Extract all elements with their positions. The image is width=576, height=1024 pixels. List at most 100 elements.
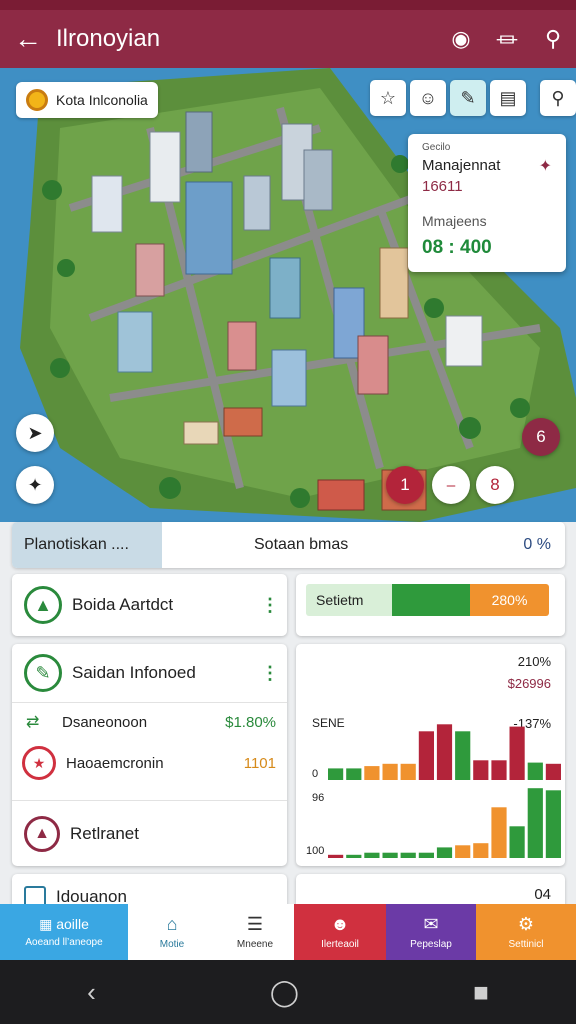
app-bar: ← Ilronoyian ◉ ⏛ ⚲: [0, 10, 576, 68]
info-kicker: Gecilo: [422, 142, 451, 153]
chart-bar: [418, 852, 434, 858]
row-value: $1.80%: [225, 713, 276, 731]
expand-icon[interactable]: ✦: [539, 156, 552, 176]
chart-bar: [545, 790, 561, 858]
nav-item-people[interactable]: ☻ Ilerteaoil: [294, 904, 386, 960]
nav-label: Pepeslap: [410, 939, 452, 950]
card-title: Boida Aartdct: [72, 595, 174, 614]
city-map[interactable]: Kota Inlconolia ☆ ☺ ✎ ▤ ⚲ Gecilo Manajen…: [0, 68, 576, 522]
info-value-2: 08 : 400: [422, 237, 492, 258]
chart-bar: [328, 854, 344, 858]
map-pin-3[interactable]: 8: [476, 466, 514, 504]
map-pin-4[interactable]: 6: [522, 418, 560, 456]
more-icon[interactable]: ⋮: [261, 663, 279, 684]
more-icon[interactable]: ⋮: [261, 595, 279, 616]
clip-icon[interactable]: ⏛: [484, 10, 530, 68]
alert-icon: ▲: [24, 816, 60, 852]
page-title: Ilronoyian: [56, 25, 161, 52]
chart-bar: [400, 852, 416, 858]
bottom-nav: ▦ aoille Aoeand ll’aneope ⌂ Motie ☰ Mnee…: [0, 904, 576, 960]
brush-icon[interactable]: ✎: [450, 80, 486, 116]
chart-top-value: 210%: [517, 654, 551, 669]
chart-bar: [436, 724, 453, 780]
recents-icon[interactable]: ■: [473, 977, 489, 1008]
info-title-1: Manajennat: [422, 157, 501, 174]
shield-icon[interactable]: ◉: [438, 10, 484, 68]
status-bar: [0, 0, 576, 10]
card-build[interactable]: ▲ Boida Aartdct ⋮: [12, 574, 287, 636]
smiley-icon[interactable]: ☺: [410, 80, 446, 116]
compass-icon[interactable]: ➤: [16, 414, 54, 452]
system-nav: ‹ ◯ ■: [0, 960, 576, 1024]
edit-icon: ✎: [24, 654, 62, 692]
sun-icon: [26, 89, 48, 111]
map-pin-icon[interactable]: ⚲: [540, 80, 576, 116]
chart-bar: [436, 847, 453, 858]
place-name: Kota Inlconolia: [56, 92, 148, 108]
nav-label: Ilerteaoil: [321, 939, 359, 950]
info-card[interactable]: Gecilo Manajennat 16611 Mmajeens 08 : 40…: [408, 134, 566, 272]
nav-label: Mneene: [236, 939, 274, 950]
chart-axis-mid: 96: [312, 792, 325, 804]
place-chip[interactable]: Kota Inlconolia: [16, 82, 158, 118]
chart-bar: [455, 731, 471, 780]
chart-bar: [346, 768, 362, 780]
nav-label: Settinicl: [508, 939, 544, 950]
nav-item-send[interactable]: ✉ Pepeslap: [386, 904, 476, 960]
chart-axis-bottom: 100: [306, 845, 325, 857]
home-circle-icon[interactable]: ◯: [270, 977, 299, 1008]
chart-bar: [527, 788, 543, 858]
info-title-2: Mmajeens: [422, 213, 487, 229]
chart-bar: [382, 763, 398, 780]
nav-item-motie[interactable]: ⌂ Motie: [128, 904, 216, 960]
bus-icon[interactable]: ▤: [490, 80, 526, 116]
progress-status: Sotaan bmas: [254, 536, 349, 553]
chart-bar: [491, 807, 507, 858]
map-pin-2[interactable]: ⎯: [432, 466, 470, 504]
chart-bar: [491, 760, 507, 780]
split-green: [392, 584, 470, 616]
chart-card[interactable]: 210% $26996 SENE -137% 0 96 100: [296, 644, 565, 866]
row-label: Haoaemcronin: [66, 754, 164, 772]
chart-bar: [382, 852, 398, 858]
progress-value: 0 %: [523, 536, 551, 553]
home-icon: ⌂: [166, 914, 178, 934]
back-icon[interactable]: ‹: [87, 977, 96, 1008]
progress-label: Planotiskan ....: [24, 536, 129, 553]
divider: [12, 702, 287, 703]
planning-progress[interactable]: Planotiskan .... Sotaan bmas 0 %: [12, 522, 565, 568]
arrow-left-icon[interactable]: ←: [0, 10, 56, 68]
bar-chart-bottom: [328, 788, 561, 858]
star-icon[interactable]: ☆: [370, 80, 406, 116]
satellite-icon[interactable]: ✦: [16, 466, 54, 504]
search-icon[interactable]: ⚲: [530, 10, 576, 68]
chart-bar: [527, 762, 543, 780]
chart-bar: [473, 843, 489, 858]
chart-bar: [545, 763, 561, 780]
card-count-value: 04: [534, 886, 551, 903]
chart-axis-top: 0: [312, 768, 319, 780]
transfer-icon: ⇄: [26, 714, 40, 731]
map-toolbar: ☆ ☺ ✎ ▤ ⚲: [370, 80, 576, 116]
card-info[interactable]: ✎ Saidan Infonoed ⋮ ⇄ Dsaneonoon $1.80% …: [12, 644, 287, 866]
send-icon: ✉: [423, 914, 439, 934]
chart-bar: [328, 768, 344, 780]
chart-bar: [364, 766, 380, 780]
chart-bar: [509, 726, 525, 780]
chart-bar: [418, 731, 434, 780]
chart-bar: [455, 845, 471, 858]
people-icon: ☻: [330, 914, 350, 934]
divider: [12, 800, 287, 801]
map-pin-1[interactable]: 1: [386, 466, 424, 504]
card-title: Saidan Infonoed: [72, 663, 196, 682]
list-icon: ☰: [246, 914, 264, 934]
chart-top-money: $26996: [507, 676, 551, 691]
chart-bar: [400, 763, 416, 780]
nav-item-settings[interactable]: ⚙ Settinicl: [476, 904, 576, 960]
card-split[interactable]: Setietm 280%: [296, 574, 565, 636]
split-label: Setietm: [306, 584, 392, 616]
nav-label: Aoeand ll’aneope: [25, 937, 103, 948]
grid-icon: ▦ aoille: [39, 916, 89, 932]
nav-item-home[interactable]: ▦ aoille Aoeand ll’aneope: [0, 904, 128, 960]
nav-item-menu[interactable]: ☰ Mneene: [216, 904, 294, 960]
